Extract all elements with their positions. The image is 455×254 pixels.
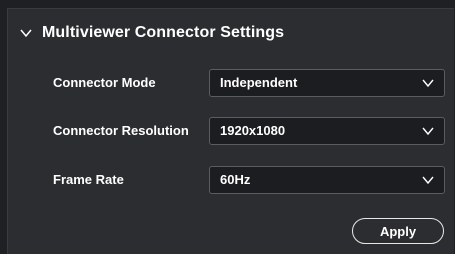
connector-mode-dropdown[interactable]: Independent: [209, 69, 445, 97]
frame-rate-dropdown[interactable]: 60Hz: [209, 166, 445, 194]
frame-rate-label: Frame Rate: [53, 172, 124, 187]
chevron-down-icon: [422, 127, 434, 136]
apply-button[interactable]: Apply: [352, 218, 444, 244]
connector-mode-row: Connector Mode Independent: [53, 69, 445, 97]
connector-resolution-value: 1920x1080: [220, 123, 286, 138]
chevron-down-icon: [422, 79, 434, 88]
chevron-down-icon: [422, 176, 434, 185]
connector-resolution-dropdown[interactable]: 1920x1080: [209, 117, 445, 145]
connector-resolution-row: Connector Resolution 1920x1080: [53, 117, 445, 145]
section-header[interactable]: Multiviewer Connector Settings: [18, 22, 284, 44]
frame-rate-row: Frame Rate 60Hz: [53, 166, 445, 194]
connector-resolution-label: Connector Resolution: [53, 123, 189, 138]
chevron-down-icon: [20, 29, 32, 38]
section-title: Multiviewer Connector Settings: [42, 24, 285, 41]
frame-rate-value: 60Hz: [220, 172, 251, 187]
connector-mode-label: Connector Mode: [53, 75, 156, 90]
connector-mode-value: Independent: [220, 75, 298, 90]
